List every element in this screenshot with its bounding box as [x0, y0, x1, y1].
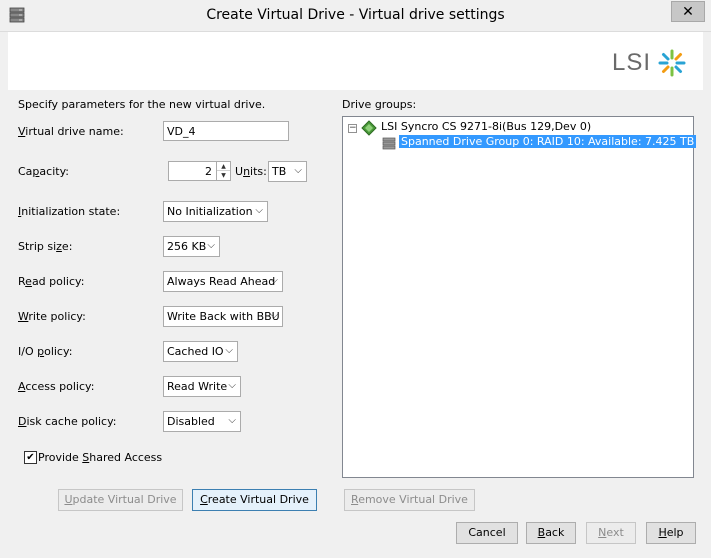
capacity-label: Capacity: — [18, 165, 69, 178]
close-icon: ✕ — [682, 3, 694, 20]
drive-groups-tree[interactable]: − LSI Syncro CS 9271-8i(Bus 129,Dev 0) S… — [342, 116, 697, 478]
checkmark-icon: ✔ — [26, 451, 35, 463]
read-policy-label: Read policy: — [18, 275, 85, 288]
spinner-buttons: ▲ ▼ — [216, 162, 230, 180]
read-policy-value: Always Read Ahead — [167, 275, 276, 288]
logo-text: LSI — [611, 49, 651, 76]
disk-cache-policy-label: Disk cache policy: — [18, 415, 117, 428]
collapse-icon[interactable]: − — [348, 124, 357, 133]
drive-group-node[interactable]: Spanned Drive Group 0: RAID 10: Availabl… — [399, 135, 697, 148]
name-label: Virtual drive name: — [18, 125, 124, 138]
spin-up-button[interactable]: ▲ — [217, 162, 230, 171]
drive-groups-label: Drive groups: — [342, 98, 417, 111]
title-bar: Create Virtual Drive - Virtual drive set… — [0, 0, 711, 32]
close-button[interactable]: ✕ — [671, 1, 705, 22]
chevron-down-icon: ⌵ — [225, 345, 233, 356]
chevron-down-icon: ⌵ — [270, 310, 278, 321]
write-policy-value: Write Back with BBU — [167, 310, 280, 323]
chevron-down-icon: ⌵ — [228, 415, 236, 426]
remove-virtual-drive-button[interactable]: Remove Virtual Drive — [344, 489, 475, 511]
next-button[interactable]: Next — [586, 522, 636, 544]
access-policy-select[interactable]: Read Write ⌵ — [163, 376, 241, 397]
units-label: Units: — [235, 165, 267, 178]
io-policy-select[interactable]: Cached IO ⌵ — [163, 341, 238, 362]
intro-text: Specify parameters for the new virtual d… — [18, 98, 266, 111]
help-button[interactable]: Help — [646, 522, 696, 544]
io-policy-value: Cached IO — [167, 345, 224, 358]
io-policy-label: I/O policy: — [18, 345, 73, 358]
controller-icon — [361, 120, 377, 136]
chevron-down-icon: ⌵ — [270, 275, 278, 286]
banner: LSI — [8, 32, 703, 90]
update-virtual-drive-button[interactable]: Update Virtual Drive — [58, 489, 183, 511]
disk-cache-policy-value: Disabled — [167, 415, 215, 428]
controller-node[interactable]: LSI Syncro CS 9271-8i(Bus 129,Dev 0) — [381, 120, 591, 133]
chevron-down-icon: ⌵ — [255, 205, 263, 216]
capacity-value: 2 — [205, 165, 212, 178]
read-policy-select[interactable]: Always Read Ahead ⌵ — [163, 271, 283, 292]
spin-down-button[interactable]: ▼ — [217, 171, 230, 180]
settings-panel: Specify parameters for the new virtual d… — [8, 90, 703, 550]
virtual-drive-name-input[interactable]: VD_4 — [163, 121, 289, 141]
init-state-value: No Initialization — [167, 205, 253, 218]
shared-access-checkbox[interactable]: ✔ — [24, 451, 37, 464]
create-virtual-drive-button[interactable]: Create Virtual Drive — [192, 489, 317, 511]
access-policy-value: Read Write — [167, 380, 228, 393]
shared-access-label: Provide Shared Access — [38, 451, 163, 464]
capacity-stepper[interactable]: 2 ▲ ▼ — [168, 161, 231, 181]
write-policy-select[interactable]: Write Back with BBU ⌵ — [163, 306, 283, 327]
drive-group-icon — [382, 137, 396, 150]
strip-size-label: Strip size: — [18, 240, 73, 253]
starburst-icon — [658, 49, 686, 77]
init-state-label: Initialization state: — [18, 205, 121, 218]
strip-size-value: 256 KB — [167, 240, 207, 253]
units-value: TB — [272, 165, 287, 178]
window-title: Create Virtual Drive - Virtual drive set… — [206, 7, 505, 23]
lsi-logo: LSI — [612, 48, 687, 78]
chevron-down-icon: ⌵ — [294, 165, 302, 176]
disk-cache-policy-select[interactable]: Disabled ⌵ — [163, 411, 241, 432]
strip-size-select[interactable]: 256 KB ⌵ — [163, 236, 220, 257]
write-policy-label: Write policy: — [18, 310, 86, 323]
chevron-down-icon: ⌵ — [207, 240, 215, 251]
access-policy-label: Access policy: — [18, 380, 95, 393]
chevron-down-icon: ⌵ — [228, 380, 236, 391]
cancel-button[interactable]: Cancel — [456, 522, 518, 544]
initialization-state-select[interactable]: No Initialization ⌵ — [163, 201, 268, 222]
back-button[interactable]: Back — [526, 522, 576, 544]
units-select[interactable]: TB ⌵ — [268, 161, 307, 182]
